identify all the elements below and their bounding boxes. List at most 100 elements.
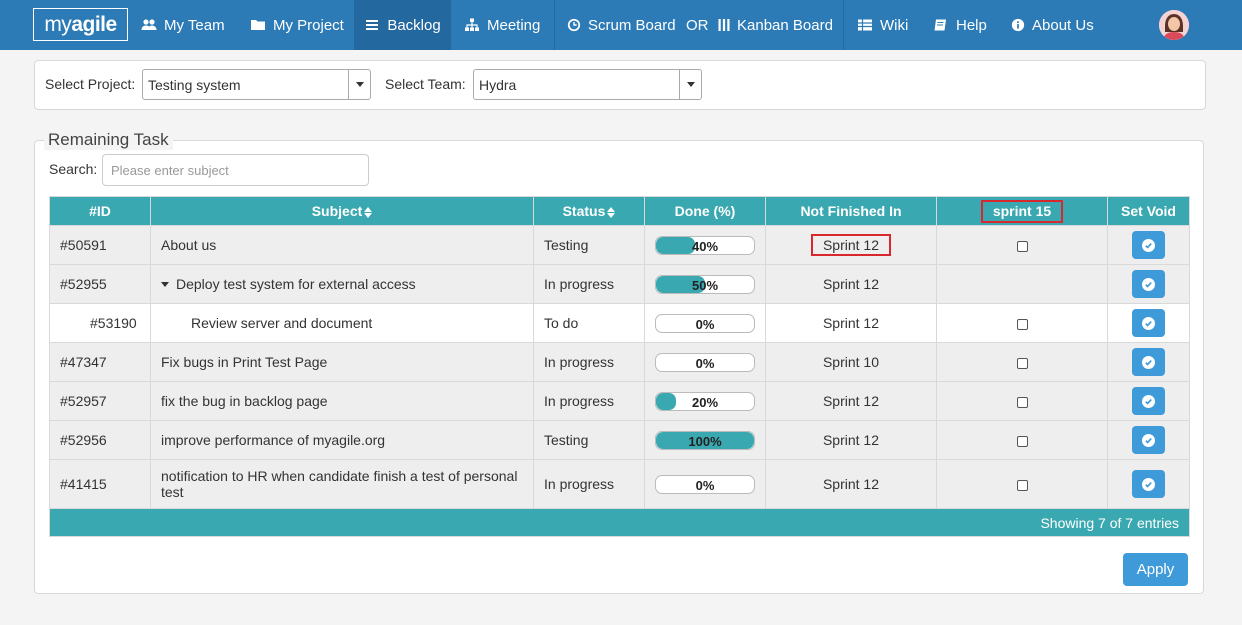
check-circle-icon <box>1142 316 1155 330</box>
task-status: In progress <box>533 342 645 382</box>
column-header-label: Set Void <box>1121 203 1176 219</box>
progress-label: 20% <box>691 394 719 410</box>
nav-kanban-board[interactable]: Kanban Board <box>718 0 833 50</box>
nav-label: Wiki <box>880 16 909 34</box>
set-void-button[interactable] <box>1132 470 1165 498</box>
column-header-label: Subject <box>311 203 363 219</box>
nav-my-project[interactable]: My Project <box>250 0 344 50</box>
sprint-checkbox[interactable] <box>1016 357 1028 369</box>
chevron-down-icon[interactable] <box>679 70 701 99</box>
sitemap-icon <box>465 18 479 31</box>
table-footer-row: Showing 7 of 7 entries <box>49 508 1190 537</box>
task-checkbox-cell <box>936 225 1108 265</box>
sprint-checkbox[interactable] <box>1016 318 1028 330</box>
column-header-label: Not Finished In <box>800 203 902 219</box>
check-circle-icon <box>1142 355 1155 369</box>
task-done-cell: 40% <box>644 225 766 265</box>
sprint-checkbox[interactable] <box>1016 396 1028 408</box>
sort-icon[interactable] <box>607 206 616 218</box>
task-sprint-cell: Sprint 12 <box>765 303 937 343</box>
table-row: #52955 Deploy test system for external ac… <box>49 264 1190 304</box>
task-checkbox-cell <box>936 303 1108 343</box>
task-sprint-cell: Sprint 12 <box>765 420 937 460</box>
sprint-value: Sprint 12 <box>822 276 880 292</box>
set-void-button[interactable] <box>1132 348 1165 376</box>
logo-prefix: my <box>44 12 72 36</box>
nav-meeting[interactable]: Meeting <box>464 0 540 50</box>
project-select[interactable]: Testing system <box>142 69 371 100</box>
set-void-button[interactable] <box>1132 231 1165 259</box>
sprint-checkbox[interactable] <box>1016 435 1028 447</box>
progress-label: 40% <box>691 238 719 254</box>
task-subject: improve performance of myagile.org <box>161 432 386 448</box>
logo[interactable]: my agile <box>33 8 128 41</box>
nav-label: Scrum Board <box>588 16 676 34</box>
nav-label: My Project <box>273 16 344 34</box>
set-void-button[interactable] <box>1132 387 1165 415</box>
column-header-label: #ID <box>89 203 111 219</box>
column-header-subject[interactable]: Subject <box>150 196 534 226</box>
nav-label: My Team <box>164 16 225 34</box>
task-checkbox-cell <box>936 264 1108 304</box>
nav-backlog[interactable]: Backlog <box>354 0 451 50</box>
nav-wiki[interactable]: Wiki <box>857 0 908 50</box>
task-subject: About us <box>161 237 217 253</box>
check-circle-icon <box>1142 238 1155 252</box>
sprint-highlight: Sprint 12 <box>810 234 892 256</box>
task-subject-cell: About us <box>150 225 534 265</box>
user-avatar[interactable] <box>1159 10 1189 40</box>
remaining-task-table: #ID Subject Status Done (%) Not Finished… <box>49 196 1190 537</box>
chevron-down-icon[interactable] <box>348 70 370 99</box>
task-id: #41415 <box>49 459 151 509</box>
apply-button[interactable]: Apply <box>1123 553 1188 586</box>
task-subject: Deploy test system for external access <box>176 276 416 292</box>
task-subject: Fix bugs in Print Test Page <box>161 354 328 370</box>
task-sprint-cell: Sprint 12 <box>765 264 937 304</box>
check-circle-icon <box>1142 477 1155 491</box>
nav-scrum-board[interactable]: Scrum Board <box>567 0 676 50</box>
task-subject-cell: improve performance of myagile.org <box>150 420 534 460</box>
sort-icon[interactable] <box>364 206 373 218</box>
column-header-id: #ID <box>49 196 151 226</box>
team-select[interactable]: Hydra <box>473 69 702 100</box>
column-header-sprint: sprint 15 <box>936 196 1108 226</box>
set-void-button[interactable] <box>1132 309 1165 337</box>
task-subject-cell: Fix bugs in Print Test Page <box>150 342 534 382</box>
table-row: #50591 About us Testing 40% Sprint 12 <box>49 225 1190 265</box>
team-label: Select Team: <box>385 76 466 92</box>
users-icon <box>141 19 157 30</box>
column-header-status[interactable]: Status <box>533 196 645 226</box>
task-checkbox-cell <box>936 381 1108 421</box>
progress-label: 0% <box>695 477 715 493</box>
task-status: Testing <box>533 225 645 265</box>
check-circle-icon <box>1142 394 1155 408</box>
sprint-checkbox[interactable] <box>1016 240 1028 252</box>
task-subject-cell: fix the bug in backlog page <box>150 381 534 421</box>
task-id: #50591 <box>49 225 151 265</box>
table-row: #41415 notification to HR when candidate … <box>49 459 1190 509</box>
task-void-cell <box>1107 264 1190 304</box>
task-void-cell <box>1107 303 1190 343</box>
progress-label: 0% <box>695 316 715 332</box>
nav-my-team[interactable]: My Team <box>141 0 225 50</box>
task-void-cell <box>1107 225 1190 265</box>
table-row: #52956 improve performance of myagile.org… <box>49 420 1190 460</box>
task-done-cell: 50% <box>644 264 766 304</box>
set-void-button[interactable] <box>1132 270 1165 298</box>
progress-bar: 100% <box>655 430 755 450</box>
task-void-cell <box>1107 420 1190 460</box>
nav-about-us[interactable]: About Us <box>1011 0 1094 50</box>
sprint-checkbox[interactable] <box>1016 479 1028 491</box>
set-void-button[interactable] <box>1132 426 1165 454</box>
sprint-value: Sprint 12 <box>822 432 880 448</box>
task-subject-cell: Deploy test system for external access <box>150 264 534 304</box>
task-done-cell: 0% <box>644 459 766 509</box>
table-row: #52957 fix the bug in backlog page In prog… <box>49 381 1190 421</box>
nav-help[interactable]: Help <box>933 0 987 50</box>
nav-label: Help <box>956 16 987 34</box>
search-input[interactable] <box>102 154 369 186</box>
progress-label: 0% <box>695 355 715 371</box>
expand-caret-icon[interactable] <box>161 281 169 287</box>
folder-icon <box>251 20 265 30</box>
task-id: #52955 <box>49 264 151 304</box>
